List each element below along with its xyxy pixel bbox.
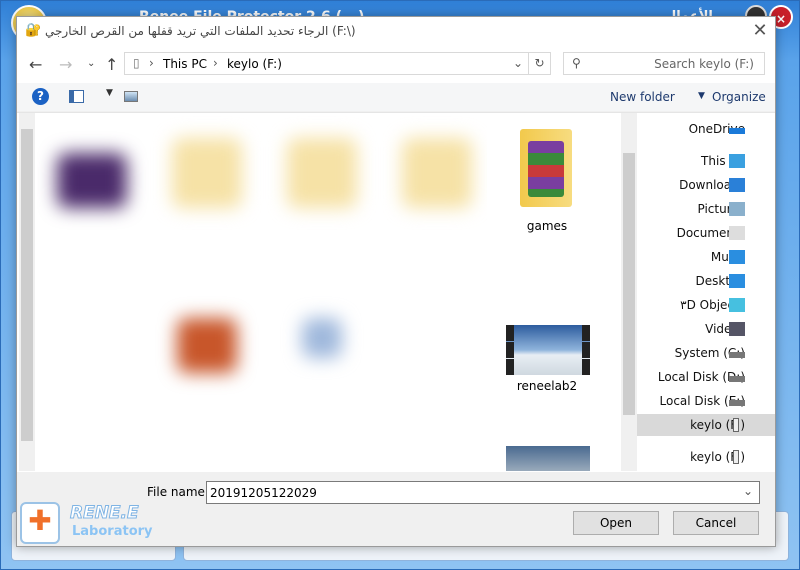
logo-brand: RENE.E bbox=[70, 503, 140, 524]
breadcrumb-separator-icon: › bbox=[213, 56, 218, 70]
drive-icon bbox=[729, 352, 745, 358]
change-view-icon[interactable] bbox=[124, 91, 138, 102]
nav-item[interactable]: Local Disk (D:) bbox=[637, 366, 775, 388]
navigation-bar: ← → ⌄ ↑ ▯ › This PC › keylo (F:) ⌄ ↻ ⚲ S… bbox=[17, 47, 775, 83]
recent-locations-chevron-icon[interactable]: ⌄ bbox=[87, 58, 95, 69]
file-item[interactable]: reneelab2 bbox=[502, 323, 592, 403]
help-icon[interactable]: ? bbox=[32, 88, 49, 105]
nav-item[interactable]: ٣D Objects bbox=[637, 294, 775, 316]
video-thumbnail-icon bbox=[506, 446, 590, 471]
refresh-button[interactable]: ↻ bbox=[529, 52, 551, 75]
blurred-file-area bbox=[37, 113, 487, 471]
nav-item[interactable]: This PC bbox=[637, 150, 775, 172]
drive-icon bbox=[729, 400, 745, 406]
search-placeholder: Search keylo (F:) bbox=[654, 57, 754, 71]
file-name-value: 20191205122029 bbox=[210, 486, 317, 500]
winrar-folder-icon bbox=[520, 129, 572, 207]
view-dropdown-icon[interactable]: ▼ bbox=[106, 88, 113, 98]
content-panes: games reneelab2 OneDrive This PC Downloads… bbox=[17, 112, 775, 472]
back-button[interactable]: ← bbox=[29, 55, 42, 74]
open-file-dialog: 🔐 الرجاء تحديد الملفات التي تريد قفلها م… bbox=[16, 16, 776, 547]
organize-dropdown-icon: ▼ bbox=[698, 91, 705, 101]
preview-pane-icon[interactable] bbox=[69, 90, 84, 103]
nav-item[interactable]: Desktop bbox=[637, 270, 775, 292]
3d-objects-icon bbox=[729, 298, 745, 312]
breadcrumb-keylo[interactable]: keylo (F:) bbox=[227, 57, 282, 71]
desktop-icon bbox=[729, 274, 745, 288]
new-folder-button[interactable]: New folder bbox=[610, 90, 675, 104]
lock-icon: 🔐 bbox=[25, 23, 42, 38]
rene-e-logo-watermark: ✚ RENE.E Laboratory bbox=[20, 500, 155, 548]
downloads-icon bbox=[729, 178, 745, 192]
file-name: reneelab2 bbox=[516, 379, 578, 393]
usb-drive-icon: ▯ bbox=[133, 56, 140, 70]
documents-icon bbox=[729, 226, 745, 240]
logo-sub: Laboratory bbox=[72, 524, 153, 539]
onedrive-icon bbox=[729, 128, 745, 134]
breadcrumb-this-pc[interactable]: This PC bbox=[163, 57, 207, 71]
usb-drive-icon bbox=[733, 418, 739, 432]
file-name-input[interactable]: 20191205122029 ⌄ bbox=[206, 481, 760, 504]
file-name-label: File name: bbox=[147, 485, 209, 499]
file-item[interactable]: games bbox=[502, 121, 592, 233]
nav-item[interactable]: Videos bbox=[637, 318, 775, 340]
file-list-scrollbar[interactable] bbox=[19, 113, 35, 471]
search-input[interactable]: ⚲ Search keylo (F:) bbox=[563, 52, 765, 75]
dialog-titlebar: 🔐 الرجاء تحديد الملفات التي تريد قفلها م… bbox=[17, 17, 775, 47]
videos-icon bbox=[729, 322, 745, 336]
nav-item[interactable]: Documents bbox=[637, 222, 775, 244]
usb-drive-icon bbox=[733, 450, 739, 464]
pictures-icon bbox=[729, 202, 745, 216]
music-icon bbox=[729, 250, 745, 264]
nav-item[interactable]: Pictures bbox=[637, 198, 775, 220]
file-name-dropdown-icon[interactable]: ⌄ bbox=[743, 484, 753, 498]
address-bar[interactable]: ▯ › This PC › keylo (F:) ⌄ bbox=[124, 52, 529, 75]
logo-cross-icon: ✚ bbox=[20, 502, 60, 544]
navigation-pane: OneDrive This PC Downloads Pictures Document… bbox=[637, 113, 775, 471]
close-button[interactable]: ✕ bbox=[749, 20, 771, 42]
toolbar: ? ▼ New folder ▼ Organize bbox=[17, 83, 775, 111]
nav-item[interactable]: System (C:) bbox=[637, 342, 775, 364]
open-button[interactable]: Open bbox=[573, 511, 659, 535]
search-icon: ⚲ bbox=[572, 56, 581, 70]
cancel-button[interactable]: Cancel bbox=[673, 511, 759, 535]
nav-item[interactable]: Music bbox=[637, 246, 775, 268]
breadcrumb-separator-icon: › bbox=[149, 56, 154, 70]
nav-item[interactable]: keylo (F:) bbox=[637, 446, 775, 468]
file-name: games bbox=[526, 219, 568, 233]
up-button[interactable]: ↑ bbox=[105, 55, 118, 74]
nav-item[interactable]: OneDrive bbox=[637, 118, 775, 140]
nav-item[interactable]: keylo (F:) bbox=[637, 414, 775, 436]
forward-button[interactable]: → bbox=[59, 55, 72, 74]
this-pc-icon bbox=[729, 154, 745, 168]
drive-icon bbox=[729, 376, 745, 382]
nav-pane-scrollbar[interactable] bbox=[621, 113, 637, 471]
nav-item[interactable]: Downloads bbox=[637, 174, 775, 196]
video-thumbnail-icon bbox=[506, 325, 590, 375]
organize-button[interactable]: Organize bbox=[712, 90, 766, 104]
dialog-title: الرجاء تحديد الملفات التي تريد قفلها من … bbox=[45, 24, 356, 38]
address-dropdown-icon[interactable]: ⌄ bbox=[513, 56, 523, 70]
nav-item[interactable]: Local Disk (E:) bbox=[637, 390, 775, 412]
